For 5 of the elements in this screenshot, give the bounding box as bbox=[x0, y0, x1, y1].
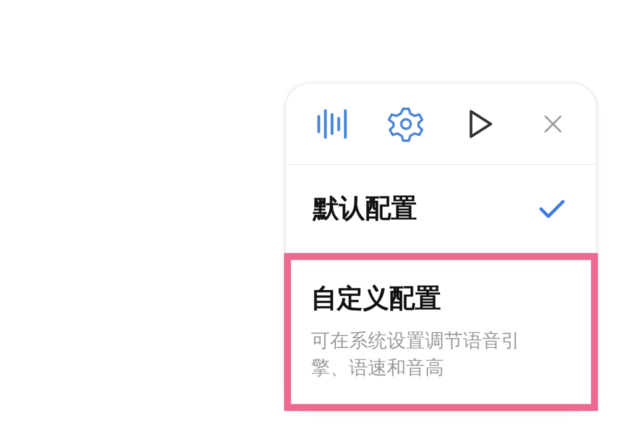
option-item[interactable]: 默认配置 bbox=[286, 165, 596, 253]
option-title: 自定义配置 bbox=[311, 283, 441, 316]
option-description: 可在系统设置调节语音引擎、语速和音高 bbox=[311, 329, 521, 381]
highlighted-option[interactable]: 自定义配置 可在系统设置调节语音引擎、语速和音高 bbox=[284, 253, 598, 411]
option-title: 默认配置 bbox=[313, 193, 417, 226]
